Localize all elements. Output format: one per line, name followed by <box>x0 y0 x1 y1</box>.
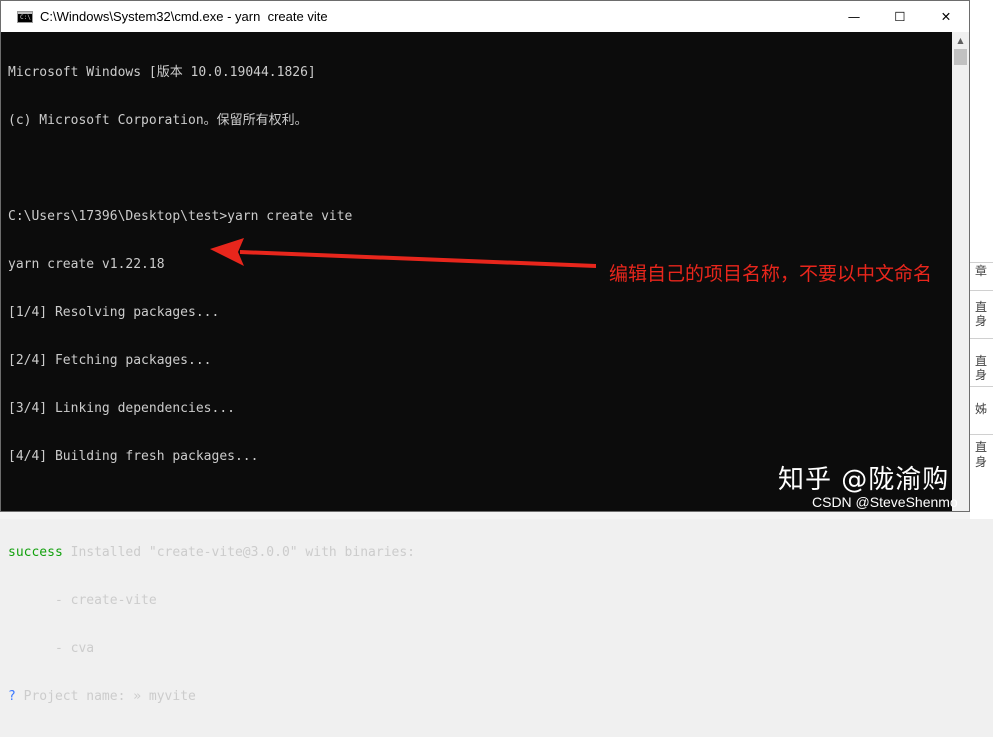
terminal-line: C:\Users\17396\Desktop\test>yarn create … <box>8 209 353 224</box>
success-line: success Installed "create-vite@3.0.0" wi… <box>8 545 952 561</box>
title-bar[interactable]: C:\ C:\Windows\System32\cmd.exe - yarn c… <box>1 1 969 32</box>
success-message: Installed "create-vite@3.0.0" with binar… <box>62 545 415 560</box>
background-strip-bottom <box>0 512 970 519</box>
divider <box>970 434 993 435</box>
binary-item: - cva <box>8 641 95 656</box>
background-text: 身 <box>975 455 988 469</box>
terminal-line: [3/4] Linking dependencies... <box>8 401 235 416</box>
prompt-line[interactable]: ? Project name: » myvite <box>8 689 952 705</box>
project-name-input[interactable]: myvite <box>149 689 196 704</box>
background-text: 身 <box>975 314 988 328</box>
cmd-icon: C:\ <box>17 10 33 23</box>
divider <box>970 290 993 291</box>
scrollbar-thumb[interactable] <box>954 49 967 65</box>
terminal-line: [2/4] Fetching packages... <box>8 353 212 368</box>
annotation-text: 编辑自己的项目名称，不要以中文命名 <box>609 263 933 285</box>
terminal-line: [1/4] Resolving packages... <box>8 305 220 320</box>
vertical-scrollbar[interactable]: ▲ <box>952 32 969 511</box>
window-title: C:\Windows\System32\cmd.exe - yarn creat… <box>40 9 328 24</box>
background-text: 身 <box>975 368 988 382</box>
divider <box>970 338 993 339</box>
binary-item: - create-vite <box>8 593 157 608</box>
csdn-watermark: CSDN @SteveShenmo <box>812 494 958 510</box>
prompt-label: Project name: » <box>15 689 149 704</box>
zhihu-watermark: 知乎 @陇渝购 <box>778 465 950 495</box>
background-text: 章 <box>975 264 988 278</box>
close-button[interactable]: ✕ <box>923 1 969 32</box>
maximize-button[interactable]: ☐ <box>877 1 923 32</box>
divider <box>970 386 993 387</box>
background-text: 姊 <box>975 402 988 416</box>
terminal-line: Microsoft Windows [版本 10.0.19044.1826] <box>8 65 316 80</box>
minimize-button[interactable]: — <box>831 1 877 32</box>
cmd-icon-label: C:\ <box>20 13 31 21</box>
cmd-window: C:\ C:\Windows\System32\cmd.exe - yarn c… <box>0 0 970 704</box>
terminal-line: (c) Microsoft Corporation。保留所有权利。 <box>8 113 308 128</box>
prompt-question-mark: ? <box>8 689 16 704</box>
scroll-up-arrow-icon[interactable]: ▲ <box>952 32 969 49</box>
success-word: success <box>8 545 63 560</box>
